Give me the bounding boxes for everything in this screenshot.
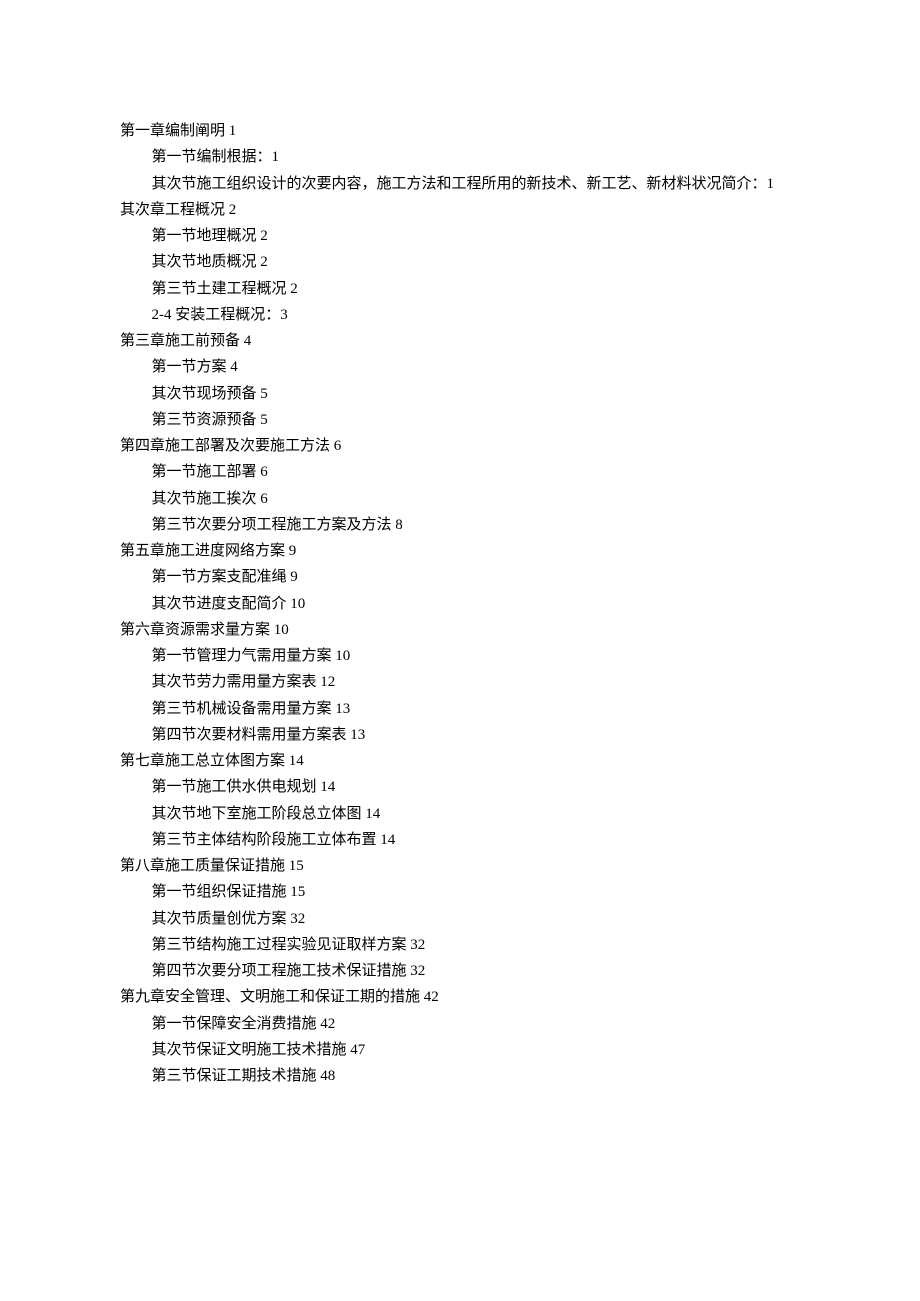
toc-chapter-entry: 第三章施工前预备 4: [120, 328, 800, 354]
toc-section-entry: 第三节土建工程概况 2: [152, 276, 801, 302]
toc-section-entry: 第一节方案 4: [152, 354, 801, 380]
toc-section-entry: 第一节编制根据：1: [152, 144, 801, 170]
toc-section-entry: 其次节施工挨次 6: [152, 486, 801, 512]
toc-section-entry: 其次节劳力需用量方案表 12: [152, 669, 801, 695]
toc-section-entry: 第三节结构施工过程实验见证取样方案 32: [152, 932, 801, 958]
toc-section-entry: 第一节方案支配准绳 9: [152, 564, 801, 590]
toc-section-entry: 第一节组织保证措施 15: [152, 879, 801, 905]
toc-chapter-entry: 第四章施工部署及次要施工方法 6: [120, 433, 800, 459]
toc-chapter-entry: 第一章编制阐明 1: [120, 118, 800, 144]
toc-section-entry: 第三节次要分项工程施工方案及方法 8: [152, 512, 801, 538]
toc-section-entry: 第一节管理力气需用量方案 10: [152, 643, 801, 669]
toc-section-entry: 其次节质量创优方案 32: [152, 906, 801, 932]
toc-section-entry: 其次节施工组织设计的次要内容，施工方法和工程所用的新技术、新工艺、新材料状况简介…: [152, 171, 801, 197]
toc-chapter-entry: 第五章施工进度网络方案 9: [120, 538, 800, 564]
toc-section-entry: 第一节施工供水供电规划 14: [152, 774, 801, 800]
toc-chapter-entry: 第六章资源需求量方案 10: [120, 617, 800, 643]
toc-chapter-entry: 第七章施工总立体图方案 14: [120, 748, 800, 774]
table-of-contents: 第一章编制阐明 1第一节编制根据：1其次节施工组织设计的次要内容，施工方法和工程…: [120, 118, 800, 1089]
toc-chapter-entry: 第八章施工质量保证措施 15: [120, 853, 800, 879]
toc-section-entry: 其次节现场预备 5: [152, 381, 801, 407]
toc-section-entry: 第一节施工部署 6: [152, 459, 801, 485]
toc-section-entry: 其次节地质概况 2: [152, 249, 801, 275]
toc-section-entry: 其次节进度支配简介 10: [152, 591, 801, 617]
toc-section-entry: 第三节主体结构阶段施工立体布置 14: [152, 827, 801, 853]
toc-section-entry: 第一节保障安全消费措施 42: [152, 1011, 801, 1037]
toc-section-entry: 其次节地下室施工阶段总立体图 14: [152, 801, 801, 827]
toc-section-entry: 第一节地理概况 2: [152, 223, 801, 249]
toc-section-entry: 2-4 安装工程概况：3: [152, 302, 801, 328]
toc-chapter-entry: 其次章工程概况 2: [120, 197, 800, 223]
toc-section-entry: 第三节保证工期技术措施 48: [152, 1063, 801, 1089]
toc-section-entry: 第四节次要材料需用量方案表 13: [152, 722, 801, 748]
toc-chapter-entry: 第九章安全管理、文明施工和保证工期的措施 42: [120, 984, 800, 1010]
toc-section-entry: 第三节机械设备需用量方案 13: [152, 696, 801, 722]
toc-section-entry: 第三节资源预备 5: [152, 407, 801, 433]
toc-section-entry: 第四节次要分项工程施工技术保证措施 32: [152, 958, 801, 984]
toc-section-entry: 其次节保证文明施工技术措施 47: [152, 1037, 801, 1063]
